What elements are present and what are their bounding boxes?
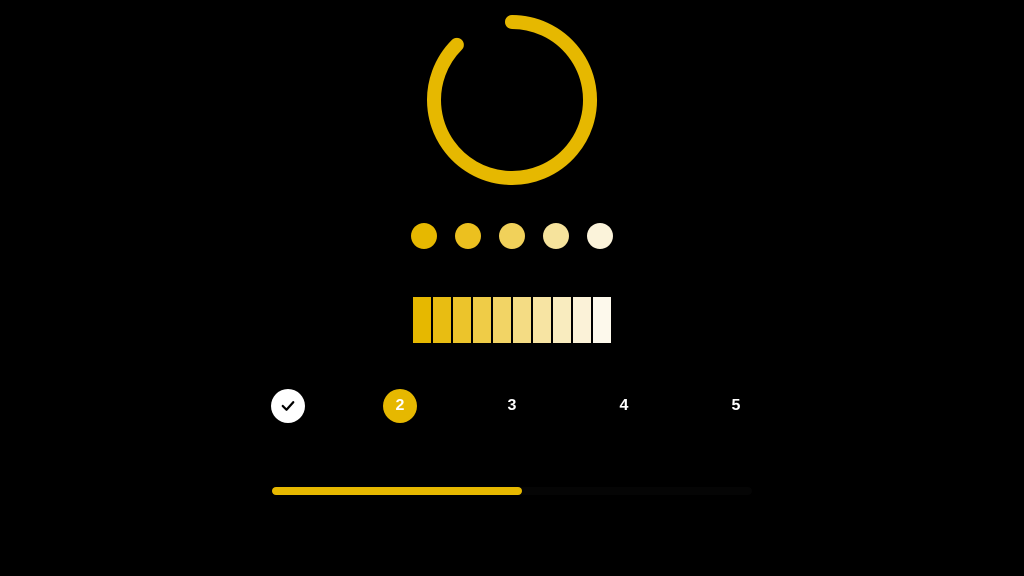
bar-6: [513, 297, 531, 343]
loading-bars: [413, 297, 611, 343]
bar-7: [533, 297, 551, 343]
bar-10: [593, 297, 611, 343]
bar-5: [493, 297, 511, 343]
bar-4: [473, 297, 491, 343]
wizard-stepper: 2 3 4 5: [271, 389, 753, 423]
bar-3: [453, 297, 471, 343]
dot-1: [411, 223, 437, 249]
dot-2: [455, 223, 481, 249]
step-label: 4: [620, 397, 629, 415]
check-icon: [279, 397, 297, 415]
loading-dots: [411, 223, 613, 249]
step-label: 2: [396, 397, 405, 415]
progress-fill: [272, 487, 522, 495]
step-3[interactable]: 3: [495, 389, 529, 423]
step-label: 3: [508, 397, 517, 415]
dot-4: [543, 223, 569, 249]
dot-3: [499, 223, 525, 249]
circular-spinner: [422, 10, 602, 195]
bar-1: [413, 297, 431, 343]
step-5[interactable]: 5: [719, 389, 753, 423]
step-1[interactable]: [271, 389, 305, 423]
step-4[interactable]: 4: [607, 389, 641, 423]
spinner-icon: [422, 10, 602, 190]
bar-8: [553, 297, 571, 343]
dot-5: [587, 223, 613, 249]
progress-bar: [272, 487, 752, 495]
step-label: 5: [732, 397, 741, 415]
bar-2: [433, 297, 451, 343]
bar-9: [573, 297, 591, 343]
step-2[interactable]: 2: [383, 389, 417, 423]
